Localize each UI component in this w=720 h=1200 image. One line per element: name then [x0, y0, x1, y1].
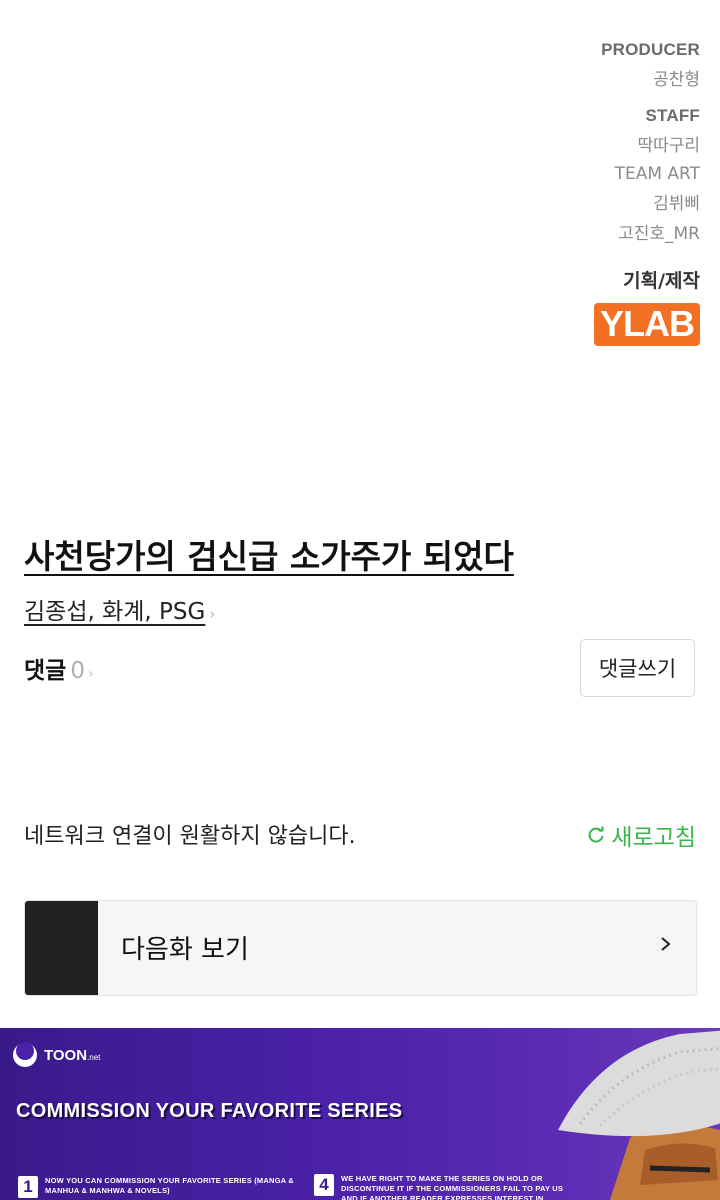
- character-illustration: [558, 1030, 720, 1200]
- plan-label: 기획/제작: [623, 270, 700, 292]
- step-text: WE HAVE RIGHT TO MAKE THE SERIES ON HOLD…: [341, 1174, 564, 1200]
- series-title[interactable]: 사천당가의 검신급 소가주가 되었다: [24, 530, 514, 578]
- next-episode-label: 다음화 보기: [121, 935, 249, 965]
- network-error-message: 네트워크 연결이 원활하지 않습니다.: [24, 824, 356, 849]
- team-art-name: 고진호_MR: [618, 224, 700, 244]
- comments-count: 0: [70, 658, 85, 684]
- chevron-right-icon: [661, 937, 671, 951]
- banner-step: 1 NOW YOU CAN COMMISSION YOUR FAVORITE S…: [18, 1176, 298, 1198]
- toon-logo: TOON.net: [12, 1042, 100, 1068]
- authors-text: 김종섭, 화계, PSG: [24, 599, 206, 625]
- banner-step: 4 WE HAVE RIGHT TO MAKE THE SERIES ON HO…: [314, 1174, 564, 1200]
- crescent-logo-icon: [13, 1042, 37, 1067]
- staff-heading: STAFF: [645, 106, 700, 125]
- next-episode-button[interactable]: 다음화 보기: [24, 900, 697, 996]
- logo-text: TOON: [44, 1046, 88, 1064]
- viewer-page: PRODUCER 공찬형 STAFF 딱따구리 TEAM ART 김뷔삐 고진호…: [0, 0, 720, 1200]
- team-art-heading: TEAM ART: [614, 164, 700, 184]
- chevron-right-icon: ›: [209, 605, 216, 623]
- producer-name: 공찬형: [653, 70, 700, 90]
- write-comment-button[interactable]: 댓글쓰기: [580, 639, 695, 697]
- step-text: NOW YOU CAN COMMISSION YOUR FAVORITE SER…: [45, 1176, 294, 1195]
- chevron-right-icon: ›: [87, 666, 94, 682]
- comments-link[interactable]: 댓글 0 ›: [24, 651, 94, 685]
- commission-banner[interactable]: TOON.net COMMISSION YOUR FAVORITE SERIES…: [0, 1028, 720, 1200]
- refresh-button[interactable]: 새로고침: [586, 818, 696, 852]
- authors-link[interactable]: 김종섭, 화계, PSG ›: [24, 592, 215, 626]
- producer-heading: PRODUCER: [601, 40, 700, 59]
- next-episode-thumbnail: [25, 901, 98, 995]
- banner-headline: COMMISSION YOUR FAVORITE SERIES: [16, 1100, 403, 1122]
- comments-label: 댓글: [24, 658, 67, 684]
- step-number: 4: [314, 1174, 334, 1196]
- refresh-label: 새로고침: [611, 825, 696, 851]
- ylab-logo: YLAB: [594, 303, 700, 346]
- step-number: 1: [18, 1176, 38, 1198]
- staff-name: 딱따구리: [637, 136, 700, 156]
- refresh-icon: [588, 826, 604, 843]
- credits-block: PRODUCER 공찬형 STAFF 딱따구리 TEAM ART 김뷔삐 고진호…: [594, 40, 700, 346]
- logo-suffix: .net: [87, 1052, 101, 1062]
- team-art-name: 김뷔삐: [653, 194, 700, 214]
